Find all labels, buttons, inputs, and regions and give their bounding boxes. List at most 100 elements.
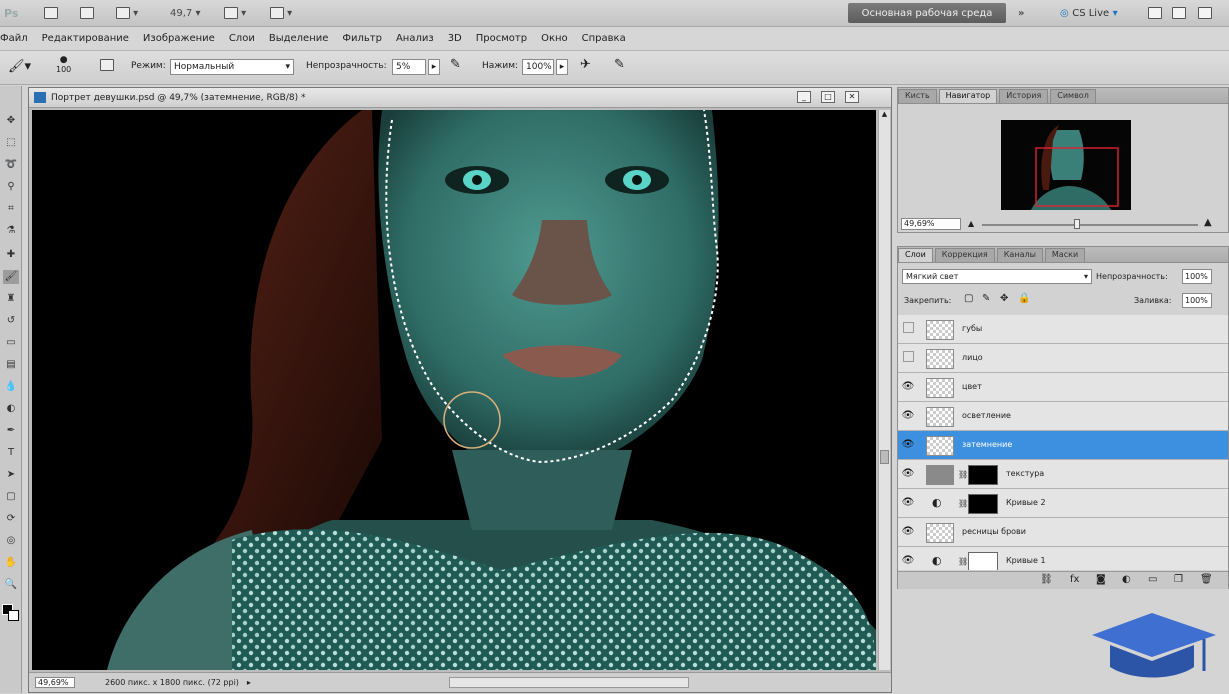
menu-window[interactable]: Окно: [541, 33, 568, 44]
doc-close-icon[interactable]: ✕: [845, 91, 859, 103]
navigator-preview[interactable]: [1001, 120, 1131, 210]
layer-row-lips[interactable]: губы: [898, 315, 1228, 344]
screen-mode-icon[interactable]: ▾: [270, 5, 292, 21]
chain-link-icon[interactable]: ⛓: [958, 499, 968, 508]
type-tool-icon[interactable]: T: [3, 446, 19, 460]
arrange-documents-icon[interactable]: ▾: [224, 5, 246, 21]
eye-icon[interactable]: 👁: [901, 554, 915, 568]
clone-stamp-tool-icon[interactable]: ♜: [3, 292, 19, 306]
view-extras-icon[interactable]: ▾: [116, 5, 138, 21]
zoom-out-icon[interactable]: ▲: [968, 219, 974, 228]
zoom-in-icon[interactable]: ▲: [1204, 217, 1212, 228]
3d-camera-tool-icon[interactable]: ◎: [3, 534, 19, 548]
menu-layers[interactable]: Слои: [229, 33, 255, 44]
cs-live-button[interactable]: ◎ CS Live ▾: [1060, 5, 1118, 21]
eye-icon[interactable]: 👁: [901, 409, 915, 423]
document-tab[interactable]: Портрет девушки.psd @ 49,7% (затемнение,…: [29, 88, 891, 108]
brush-tool-icon[interactable]: 🖌▾: [8, 59, 31, 74]
minimize-window-icon[interactable]: [1148, 5, 1162, 21]
path-select-tool-icon[interactable]: ➤: [3, 468, 19, 482]
eraser-tool-icon[interactable]: ▭: [3, 336, 19, 350]
tab-navigator[interactable]: Навигатор: [938, 89, 998, 103]
brush-tool-active-icon[interactable]: 🖌: [3, 270, 19, 284]
tab-adjustments[interactable]: Коррекция: [934, 248, 995, 262]
layer-row-lashes-brows[interactable]: 👁 ресницы брови: [898, 518, 1228, 547]
marquee-tool-icon[interactable]: ⬚: [3, 136, 19, 150]
eye-icon[interactable]: 👁: [901, 525, 915, 539]
eye-icon[interactable]: 👁: [901, 496, 915, 510]
layer-row-dodge[interactable]: 👁 осветление: [898, 402, 1228, 431]
layer-mask-thumbnail[interactable]: [968, 465, 998, 485]
navigator-zoom-input[interactable]: 49,69%: [901, 218, 961, 230]
zoom-tool-icon[interactable]: 🔍: [3, 578, 19, 592]
layer-row-face[interactable]: лицо: [898, 344, 1228, 373]
background-color-swatch[interactable]: [8, 610, 19, 621]
lock-pixels-icon[interactable]: ✎: [982, 293, 990, 304]
link-layers-icon[interactable]: ⛓: [1040, 574, 1053, 585]
lock-position-icon[interactable]: ✥: [1000, 293, 1008, 304]
chain-link-icon[interactable]: ⛓: [958, 470, 968, 479]
adjustment-layer-icon[interactable]: ◐: [1122, 574, 1131, 585]
pressure-dropdown[interactable]: ▸: [556, 59, 568, 75]
visibility-off-icon[interactable]: [901, 351, 915, 365]
layer-row-burn-selected[interactable]: 👁 затемнение: [898, 431, 1228, 460]
group-icon[interactable]: ▭: [1148, 574, 1157, 585]
canvas-vertical-scrollbar[interactable]: ▲: [878, 110, 890, 670]
menu-analysis[interactable]: Анализ: [396, 33, 434, 44]
navigator-zoom-slider[interactable]: [982, 224, 1198, 226]
status-menu-icon[interactable]: ▸: [247, 678, 251, 687]
lock-transparency-icon[interactable]: ▢: [964, 293, 973, 304]
fill-input[interactable]: 100%: [1182, 293, 1212, 308]
eyedropper-tool-icon[interactable]: ⚗: [3, 224, 19, 238]
chain-link-icon[interactable]: ⛓: [958, 557, 968, 566]
eye-icon[interactable]: 👁: [901, 467, 915, 481]
layer-opacity-input[interactable]: 100%: [1182, 269, 1212, 284]
crop-tool-icon[interactable]: ⌗: [3, 202, 19, 216]
tab-character[interactable]: Символ: [1050, 89, 1096, 103]
move-tool-icon[interactable]: ✥: [3, 114, 19, 128]
menu-select[interactable]: Выделение: [269, 33, 329, 44]
shape-tool-icon[interactable]: ▢: [3, 490, 19, 504]
lasso-tool-icon[interactable]: ➰: [3, 158, 19, 172]
trash-icon[interactable]: 🗑: [1200, 574, 1213, 585]
image-canvas[interactable]: [32, 110, 876, 670]
layer-style-icon[interactable]: fx: [1070, 574, 1079, 585]
layer-row-texture[interactable]: 👁 ⛓ текстура: [898, 460, 1228, 489]
tablet-size-icon[interactable]: ✎: [614, 57, 625, 72]
tab-brush[interactable]: Кисть: [898, 89, 937, 103]
history-brush-tool-icon[interactable]: ↺: [3, 314, 19, 328]
blend-mode-select[interactable]: Нормальный ▾: [170, 59, 294, 75]
layer-mask-thumbnail[interactable]: [968, 552, 998, 570]
status-zoom[interactable]: 49,69%: [35, 677, 75, 688]
pen-tool-icon[interactable]: ✒: [3, 424, 19, 438]
menu-help[interactable]: Справка: [582, 33, 626, 44]
menu-edit[interactable]: Редактирование: [42, 33, 129, 44]
pressure-input[interactable]: 100%: [522, 59, 554, 75]
opacity-dropdown[interactable]: ▸: [428, 59, 440, 75]
canvas-horizontal-scrollbar[interactable]: [449, 677, 689, 688]
tablet-opacity-icon[interactable]: ✎: [450, 57, 461, 72]
blur-tool-icon[interactable]: 💧: [3, 380, 19, 394]
brush-preset-picker[interactable]: ● 100: [56, 55, 71, 75]
scroll-up-icon[interactable]: ▲: [880, 110, 889, 120]
tab-channels[interactable]: Каналы: [996, 248, 1043, 262]
gradient-tool-icon[interactable]: ▤: [3, 358, 19, 372]
bridge-icon[interactable]: [44, 5, 58, 21]
add-mask-icon[interactable]: ◙: [1096, 574, 1106, 585]
menu-file[interactable]: Файл: [0, 33, 28, 44]
doc-maximize-icon[interactable]: □: [821, 91, 835, 103]
menu-filter[interactable]: Фильтр: [342, 33, 382, 44]
menu-view[interactable]: Просмотр: [476, 33, 527, 44]
zoom-level-select[interactable]: 49,7 ▾: [170, 5, 200, 21]
layer-row-curves-1[interactable]: 👁 ◐ ⛓ Кривые 1: [898, 547, 1228, 570]
expand-arrows-icon[interactable]: »: [1018, 5, 1024, 21]
quick-select-tool-icon[interactable]: ⚲: [3, 180, 19, 194]
lock-all-icon[interactable]: 🔒: [1018, 293, 1030, 304]
healing-brush-tool-icon[interactable]: ✚: [3, 248, 19, 262]
menu-image[interactable]: Изображение: [143, 33, 215, 44]
menu-3d[interactable]: 3D: [448, 33, 462, 44]
scroll-thumb[interactable]: [880, 450, 889, 464]
opacity-input[interactable]: 5%: [392, 59, 426, 75]
tab-history[interactable]: История: [999, 89, 1049, 103]
layer-row-curves-2[interactable]: 👁 ◐ ⛓ Кривые 2: [898, 489, 1228, 518]
